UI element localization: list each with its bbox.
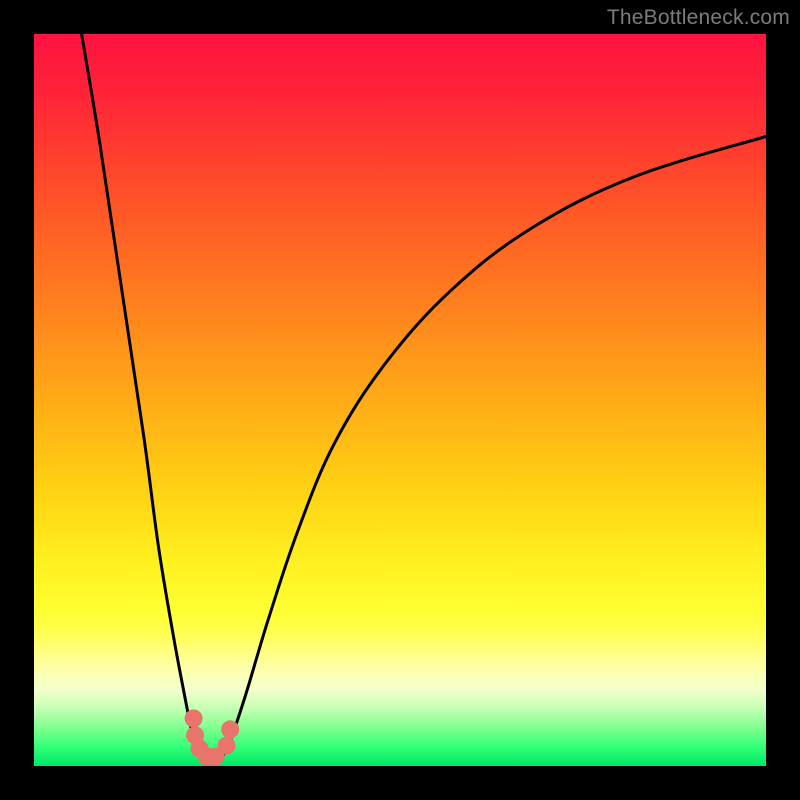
plot-area — [34, 34, 766, 766]
curve-left-arm — [82, 34, 201, 757]
valley-marker — [221, 720, 239, 738]
outer-frame: TheBottleneck.com — [0, 0, 800, 800]
curves-svg — [34, 34, 766, 766]
valley-marker — [218, 737, 236, 755]
watermark-text: TheBottleneck.com — [607, 6, 790, 30]
curve-right-arm — [222, 136, 766, 757]
valley-markers — [185, 709, 240, 765]
valley-marker — [185, 709, 203, 727]
